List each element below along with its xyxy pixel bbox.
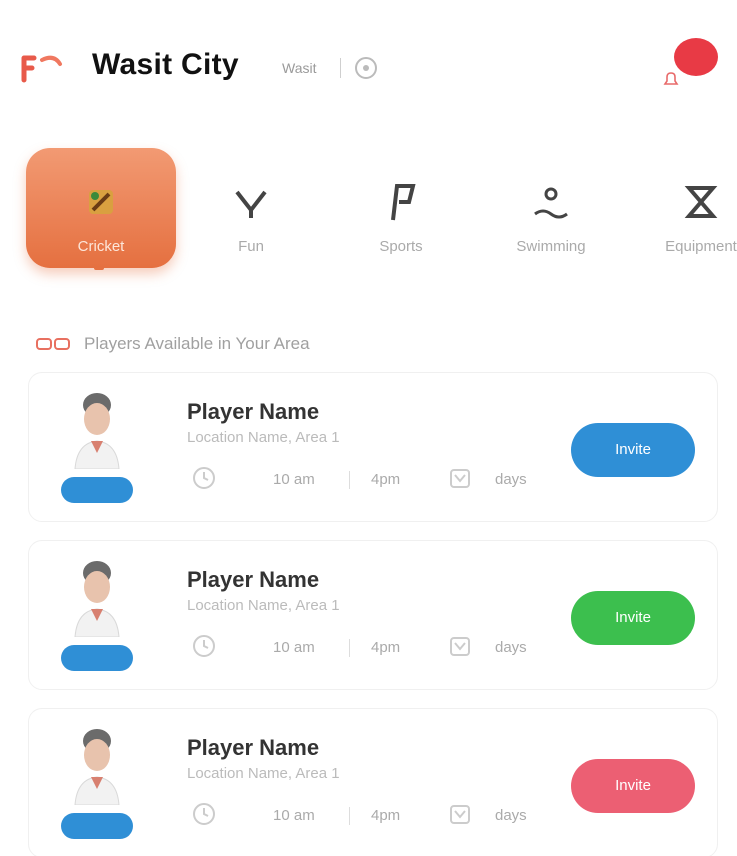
notification-badge[interactable] [674, 38, 718, 76]
player-days: days [495, 807, 527, 824]
role-badge [61, 645, 133, 671]
category-fun[interactable]: Fun [176, 148, 326, 268]
player-name: Player Name [187, 567, 320, 592]
end-time: 4pm [371, 807, 401, 824]
clock-icon [193, 635, 215, 657]
clock-icon [193, 803, 215, 825]
city-subtitle: Wasit [282, 60, 317, 76]
category-label: Sports [379, 238, 423, 255]
players-icon [36, 338, 70, 350]
player-avatar [74, 393, 120, 469]
calendar-icon [450, 469, 470, 488]
meta-divider [349, 807, 350, 825]
invite-button[interactable]: Invite [571, 759, 695, 813]
role-badge [61, 477, 133, 503]
category-label: Cricket [77, 238, 125, 255]
calendar-icon [450, 637, 470, 656]
invite-button[interactable]: Invite [571, 423, 695, 477]
equipment-icon [684, 186, 718, 218]
pin-icon [235, 190, 267, 218]
category-label: Equipment [665, 238, 737, 255]
start-time: 10 am [273, 639, 315, 656]
logo-icon [21, 55, 62, 83]
category-sports[interactable]: Sports [326, 148, 476, 268]
player-avatar [74, 729, 120, 805]
player-location: Location Name, Area 1 [187, 597, 340, 614]
end-time: 4pm [371, 639, 401, 656]
player-name: Player Name [187, 399, 320, 424]
app-header: Wasit City Wasit [0, 0, 737, 120]
player-card[interactable]: Player Name Location Name, Area 1 10 am … [28, 372, 718, 522]
player-card[interactable]: Player Name Location Name, Area 1 10 am … [28, 708, 718, 856]
category-equipment[interactable]: Equipment [626, 148, 737, 268]
player-location: Location Name, Area 1 [187, 429, 340, 446]
calendar-icon [450, 805, 470, 824]
city-title[interactable]: Wasit City [92, 48, 239, 82]
player-days: days [495, 639, 527, 656]
section-title: Players Available in Your Area [84, 334, 310, 353]
swimmer-icon [534, 187, 568, 219]
category-label: Swimming [516, 238, 586, 255]
role-badge [61, 813, 133, 839]
end-time: 4pm [371, 471, 401, 488]
start-time: 10 am [273, 807, 315, 824]
player-location: Location Name, Area 1 [187, 765, 340, 782]
player-card[interactable]: Player Name Location Name, Area 1 10 am … [28, 540, 718, 690]
cricket-bat-icon [89, 190, 113, 214]
bell-icon[interactable] [662, 70, 680, 88]
invite-button[interactable]: Invite [571, 591, 695, 645]
player-avatar [74, 561, 120, 637]
playground-icon [391, 184, 416, 221]
player-days: days [495, 471, 527, 488]
category-label: Fun [238, 238, 264, 255]
category-swimming[interactable]: Swimming [476, 148, 626, 268]
clock-icon [193, 467, 215, 489]
category-cricket[interactable]: Cricket [26, 148, 176, 268]
header-divider [340, 58, 341, 78]
meta-divider [349, 639, 350, 657]
start-time: 10 am [273, 471, 315, 488]
location-icon[interactable] [352, 54, 380, 82]
active-indicator [94, 266, 104, 270]
meta-divider [349, 471, 350, 489]
player-name: Player Name [187, 735, 320, 760]
category-bar: Cricket Fun Sports Swimming Equipment [0, 140, 737, 290]
